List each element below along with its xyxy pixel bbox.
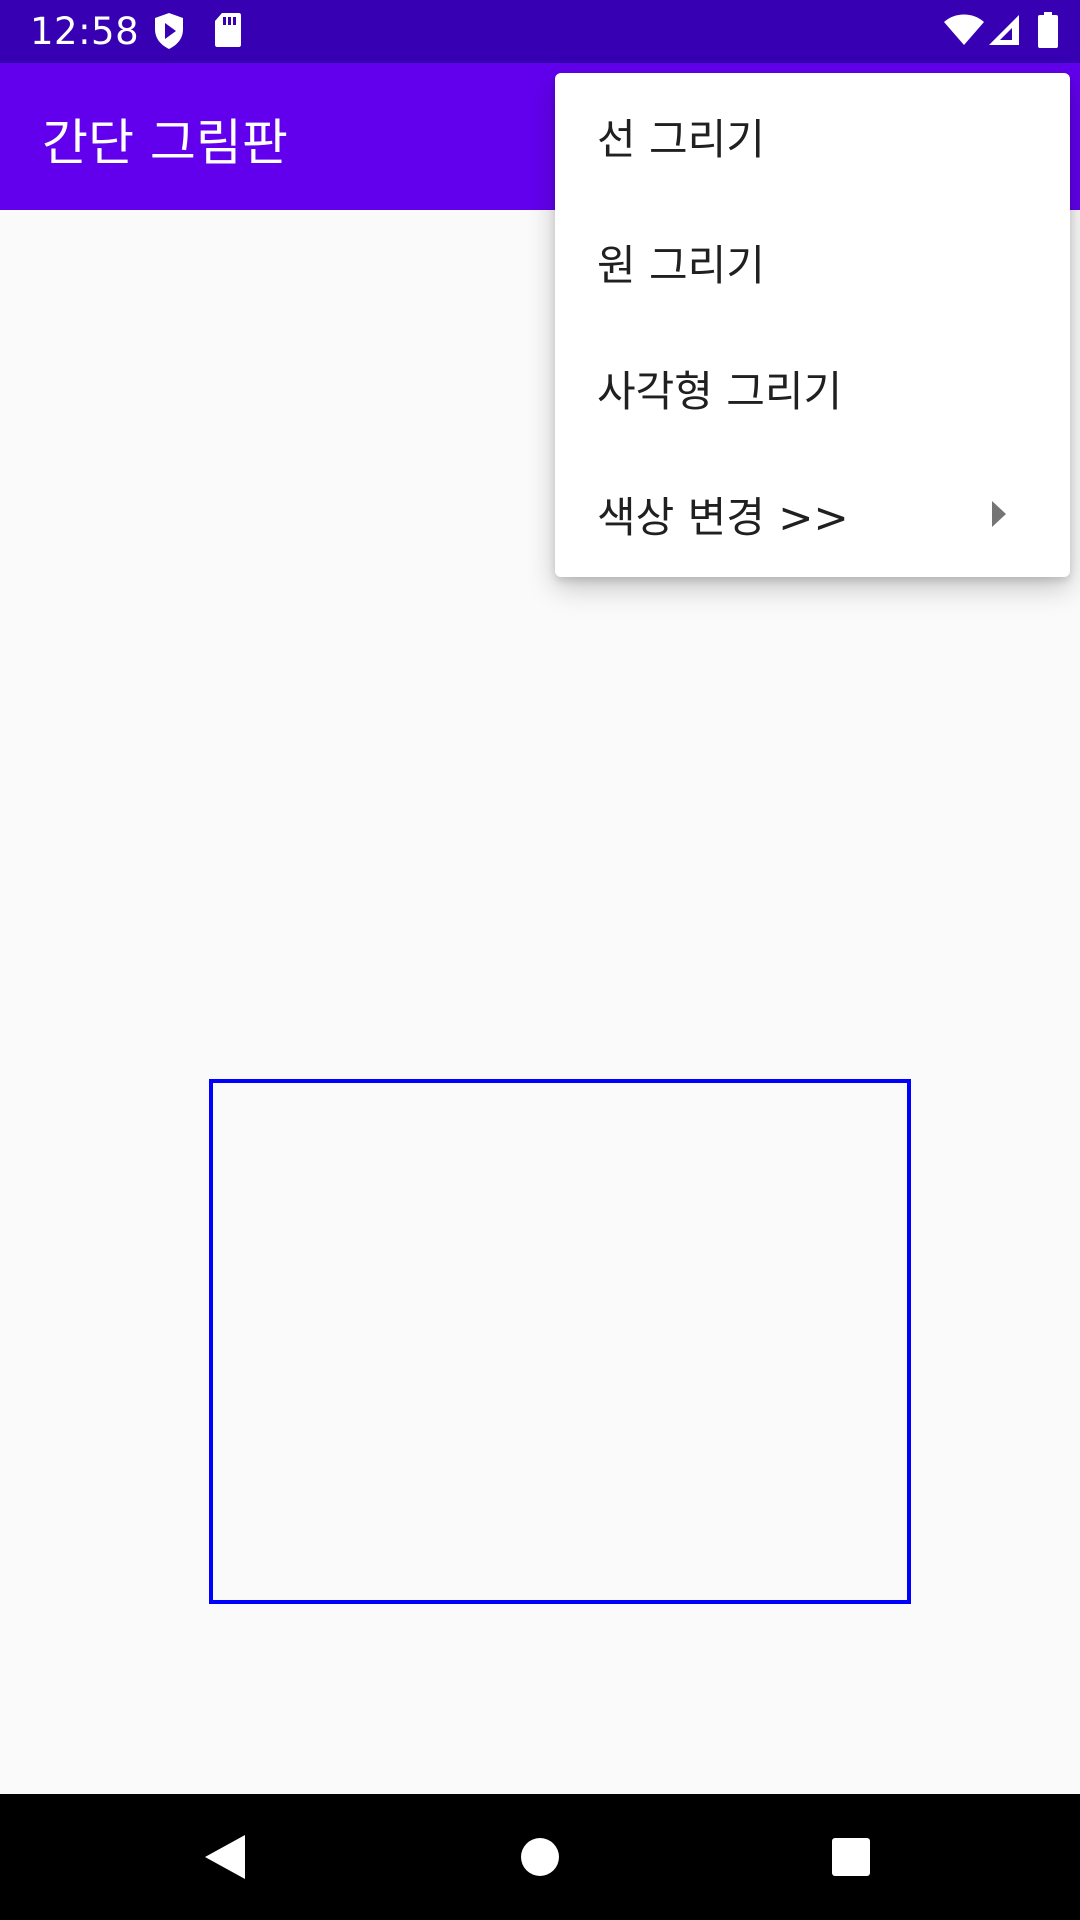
menu-item-label: 사각형 그리기 — [597, 366, 843, 416]
options-menu: 선 그리기 원 그리기 사각형 그리기 색상 변경 >> — [555, 73, 1070, 577]
menu-item-change-color[interactable]: 색상 변경 >> — [555, 451, 1070, 577]
recents-icon — [832, 1838, 870, 1876]
app-title: 간단 그림판 — [42, 114, 288, 172]
drawn-rectangle — [209, 1079, 911, 1604]
wifi-icon — [944, 14, 984, 50]
status-time: 12:58 — [30, 10, 140, 53]
menu-item-draw-rectangle[interactable]: 사각형 그리기 — [555, 325, 1070, 451]
submenu-arrow-icon — [992, 501, 1006, 527]
sd-card-icon — [214, 12, 242, 52]
home-icon — [521, 1838, 559, 1876]
menu-item-draw-circle[interactable]: 원 그리기 — [555, 199, 1070, 325]
back-icon — [205, 1835, 245, 1879]
recents-button[interactable] — [781, 1794, 921, 1920]
home-button[interactable] — [470, 1794, 610, 1920]
signal-icon — [988, 14, 1020, 50]
status-bar: 12:58 — [0, 0, 1080, 63]
navigation-bar — [0, 1794, 1080, 1920]
play-protect-icon — [153, 12, 185, 54]
menu-item-draw-line[interactable]: 선 그리기 — [555, 73, 1070, 199]
menu-item-label: 선 그리기 — [597, 114, 765, 164]
back-button[interactable] — [155, 1794, 295, 1920]
menu-item-label: 원 그리기 — [597, 240, 765, 290]
menu-item-label: 색상 변경 >> — [597, 492, 849, 542]
battery-icon — [1037, 12, 1059, 52]
